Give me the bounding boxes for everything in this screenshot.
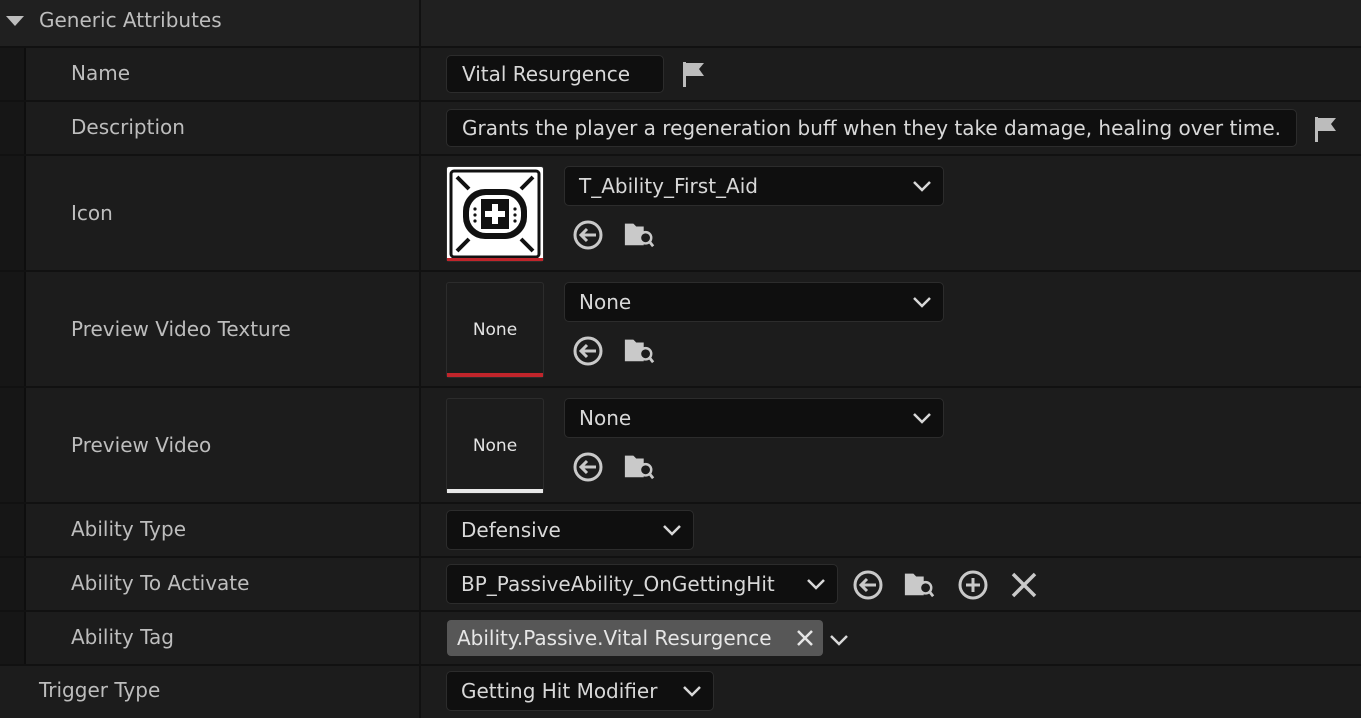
selected-value: BP_PassiveAbility_OnGettingHit — [461, 572, 775, 596]
property-row-ability-to-activate: Ability To Activate BP_PassiveAbility_On… — [0, 558, 1361, 612]
property-label: Ability Type — [71, 517, 187, 541]
ability-to-activate-class-picker[interactable]: BP_PassiveAbility_OnGettingHit — [446, 564, 838, 604]
property-row-trigger-type: Trigger Type Getting Hit Modifier — [0, 666, 1361, 718]
icon-thumbnail[interactable] — [446, 166, 544, 262]
thumbnail-text: None — [472, 320, 518, 340]
localization-flag-icon[interactable] — [1310, 113, 1342, 145]
browse-asset-icon[interactable] — [623, 450, 655, 482]
name-text-field[interactable]: Vital Resurgence — [446, 55, 664, 93]
preview-video-texture-thumbnail[interactable]: None — [446, 282, 544, 378]
column-divider[interactable] — [419, 666, 421, 718]
preview-video-texture-asset-picker[interactable]: None — [564, 282, 944, 322]
chevron-down-icon — [913, 413, 931, 424]
use-selected-asset-icon[interactable] — [852, 569, 884, 601]
icon-asset-picker[interactable]: T_Ability_First_Aid — [564, 166, 944, 206]
description-text-field[interactable]: Grants the player a regeneration buff wh… — [446, 109, 1297, 147]
indent-gutter — [0, 272, 26, 386]
remove-tag-icon[interactable] — [795, 628, 815, 648]
column-divider[interactable] — [419, 504, 421, 556]
tag-text: Ability.Passive.Vital Resurgence — [457, 626, 772, 650]
indent-gutter — [0, 504, 26, 556]
column-divider[interactable] — [419, 558, 421, 610]
column-divider[interactable] — [419, 0, 421, 46]
use-selected-asset-icon[interactable] — [572, 451, 604, 483]
use-selected-asset-icon[interactable] — [572, 219, 604, 251]
indent-gutter — [0, 102, 26, 154]
ability-type-dropdown[interactable]: Defensive — [446, 510, 694, 550]
collapse-triangle-icon[interactable] — [5, 14, 25, 28]
chevron-down-icon — [663, 525, 681, 536]
section-header[interactable]: Generic Attributes — [0, 0, 1361, 48]
property-label: Preview Video — [71, 433, 212, 457]
thumbnail-status-bar — [447, 258, 543, 261]
property-row-ability-type: Ability Type Defensive — [0, 504, 1361, 558]
asset-name: T_Ability_First_Aid — [579, 174, 758, 198]
column-divider[interactable] — [419, 156, 421, 270]
property-label: Description — [71, 115, 185, 139]
thumbnail-status-bar — [447, 489, 543, 493]
property-label: Ability To Activate — [71, 571, 250, 595]
add-new-icon[interactable] — [957, 569, 989, 601]
chevron-down-icon — [807, 579, 825, 590]
selected-value: Getting Hit Modifier — [461, 679, 658, 703]
column-divider[interactable] — [419, 272, 421, 386]
browse-asset-icon[interactable] — [903, 568, 935, 600]
indent-gutter — [0, 612, 26, 664]
localization-flag-icon[interactable] — [678, 58, 710, 90]
thumbnail-status-bar — [447, 373, 543, 377]
column-divider[interactable] — [419, 388, 421, 502]
use-selected-asset-icon[interactable] — [572, 335, 604, 367]
property-label: Trigger Type — [39, 678, 161, 702]
chevron-down-icon — [913, 297, 931, 308]
property-row-name: Name Vital Resurgence — [0, 48, 1361, 102]
chevron-down-icon — [683, 686, 701, 697]
property-label: Icon — [71, 201, 113, 225]
property-row-ability-tag: Ability Tag Ability.Passive.Vital Resurg… — [0, 612, 1361, 666]
trigger-type-dropdown[interactable]: Getting Hit Modifier — [446, 671, 714, 711]
browse-asset-icon[interactable] — [623, 218, 655, 250]
chevron-down-icon[interactable] — [828, 631, 850, 649]
thumbnail-text: None — [472, 436, 518, 456]
property-label: Name — [71, 61, 131, 85]
gameplay-tag-chip[interactable]: Ability.Passive.Vital Resurgence — [447, 620, 823, 656]
property-label: Ability Tag — [71, 625, 174, 649]
preview-video-thumbnail[interactable]: None — [446, 398, 544, 494]
asset-name: None — [579, 290, 632, 314]
property-row-description: Description Grants the player a regenera… — [0, 102, 1361, 156]
property-row-preview-video: Preview Video None None — [0, 388, 1361, 504]
indent-gutter — [0, 558, 26, 610]
selected-value: Defensive — [461, 518, 561, 542]
first-aid-icon — [449, 169, 541, 259]
property-row-icon: Icon T_Ability_First_Aid — [0, 156, 1361, 272]
indent-gutter — [0, 388, 26, 502]
property-label: Preview Video Texture — [71, 317, 291, 341]
column-divider[interactable] — [419, 102, 421, 154]
asset-name: None — [579, 406, 632, 430]
clear-icon[interactable] — [1008, 569, 1040, 601]
preview-video-asset-picker[interactable]: None — [564, 398, 944, 438]
column-divider[interactable] — [419, 612, 421, 664]
property-row-preview-video-texture: Preview Video Texture None None — [0, 272, 1361, 388]
indent-gutter — [0, 156, 26, 270]
column-divider[interactable] — [419, 48, 421, 100]
browse-asset-icon[interactable] — [623, 334, 655, 366]
indent-gutter — [0, 48, 26, 100]
chevron-down-icon — [913, 181, 931, 192]
section-title: Generic Attributes — [39, 8, 222, 32]
